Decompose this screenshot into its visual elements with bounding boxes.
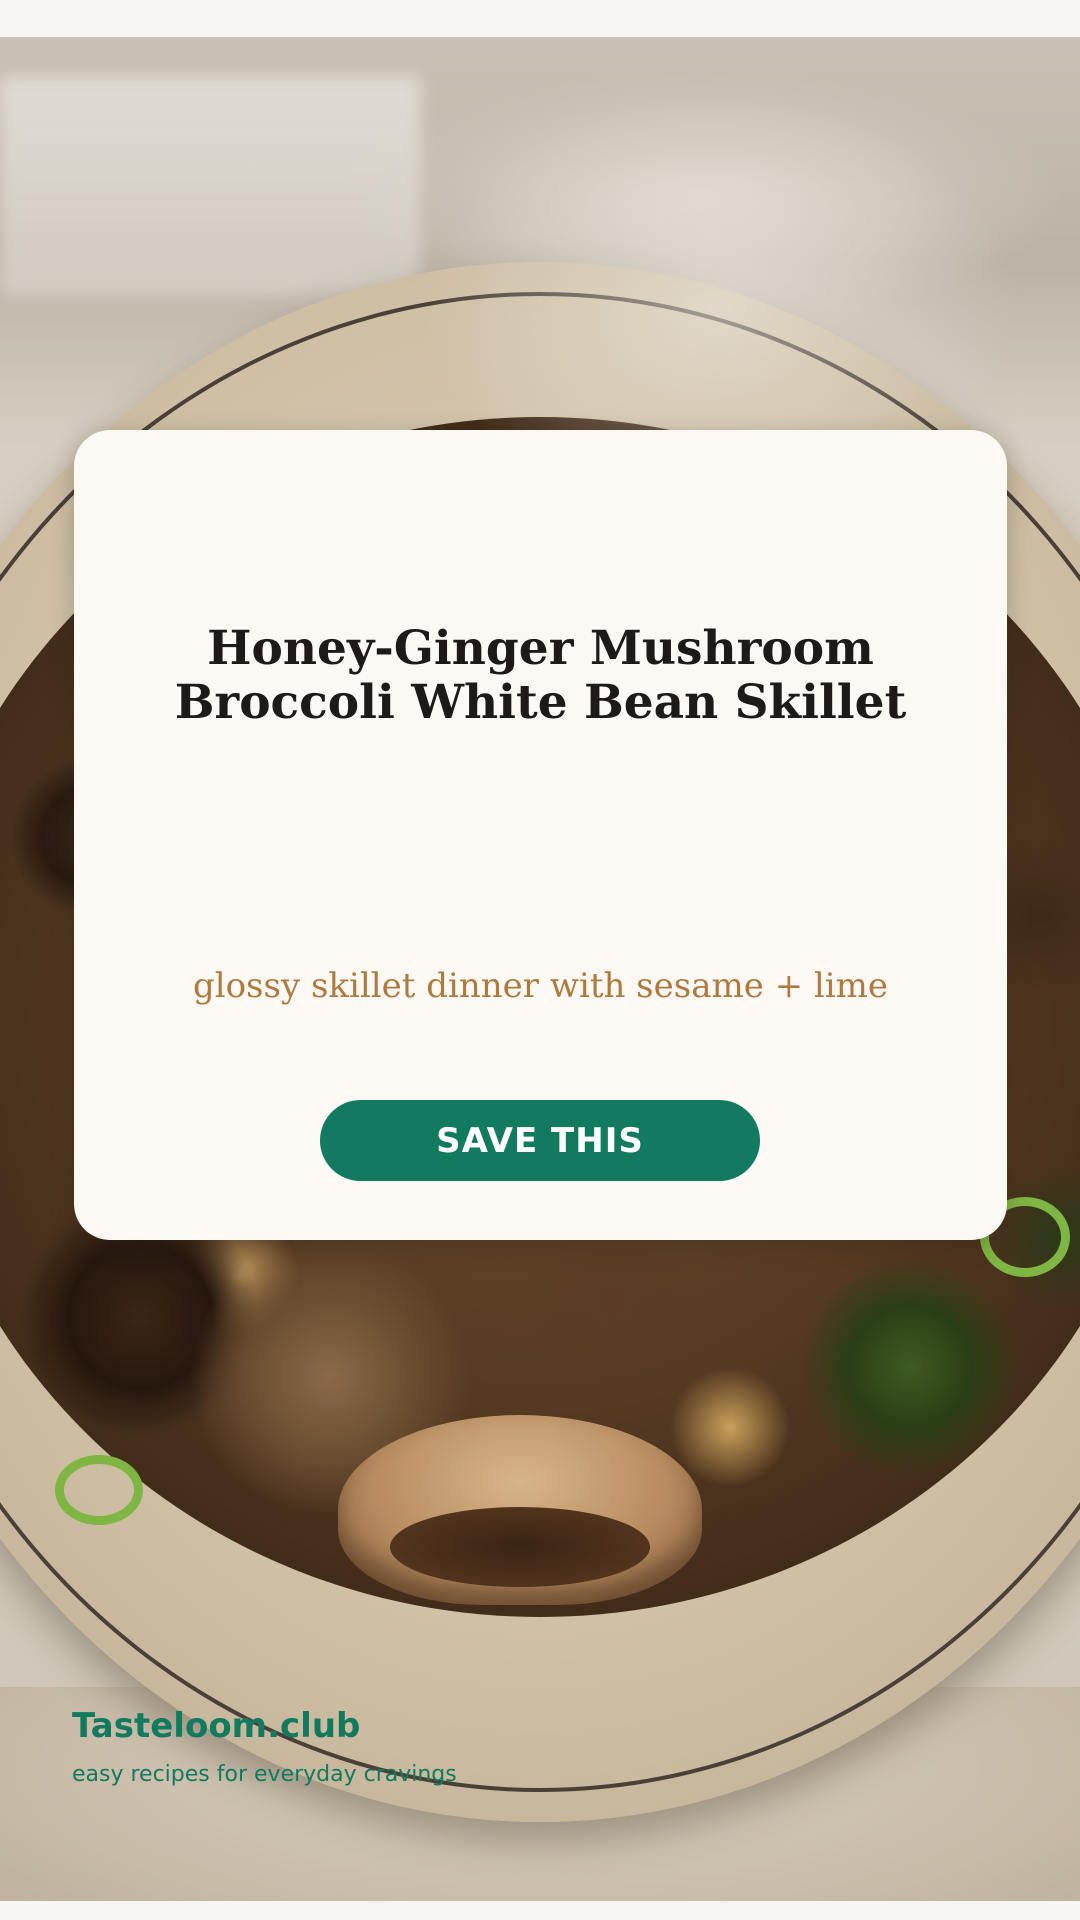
recipe-subtitle: glossy skillet dinner with sesame + lime	[192, 966, 889, 1006]
site-brand[interactable]: Tasteloom.club	[72, 1706, 360, 1746]
recipe-card: Honey-Ginger Mushroom Broccoli White Bea…	[74, 430, 1007, 1240]
background-window	[0, 77, 420, 297]
scallion-ring	[55, 1455, 143, 1525]
save-button[interactable]: SAVE THIS	[320, 1100, 760, 1181]
recipe-title: Honey-Ginger Mushroom Broccoli White Bea…	[174, 621, 907, 730]
mushroom-gills	[390, 1507, 650, 1587]
site-tagline: easy recipes for everyday cravings	[72, 1762, 457, 1787]
